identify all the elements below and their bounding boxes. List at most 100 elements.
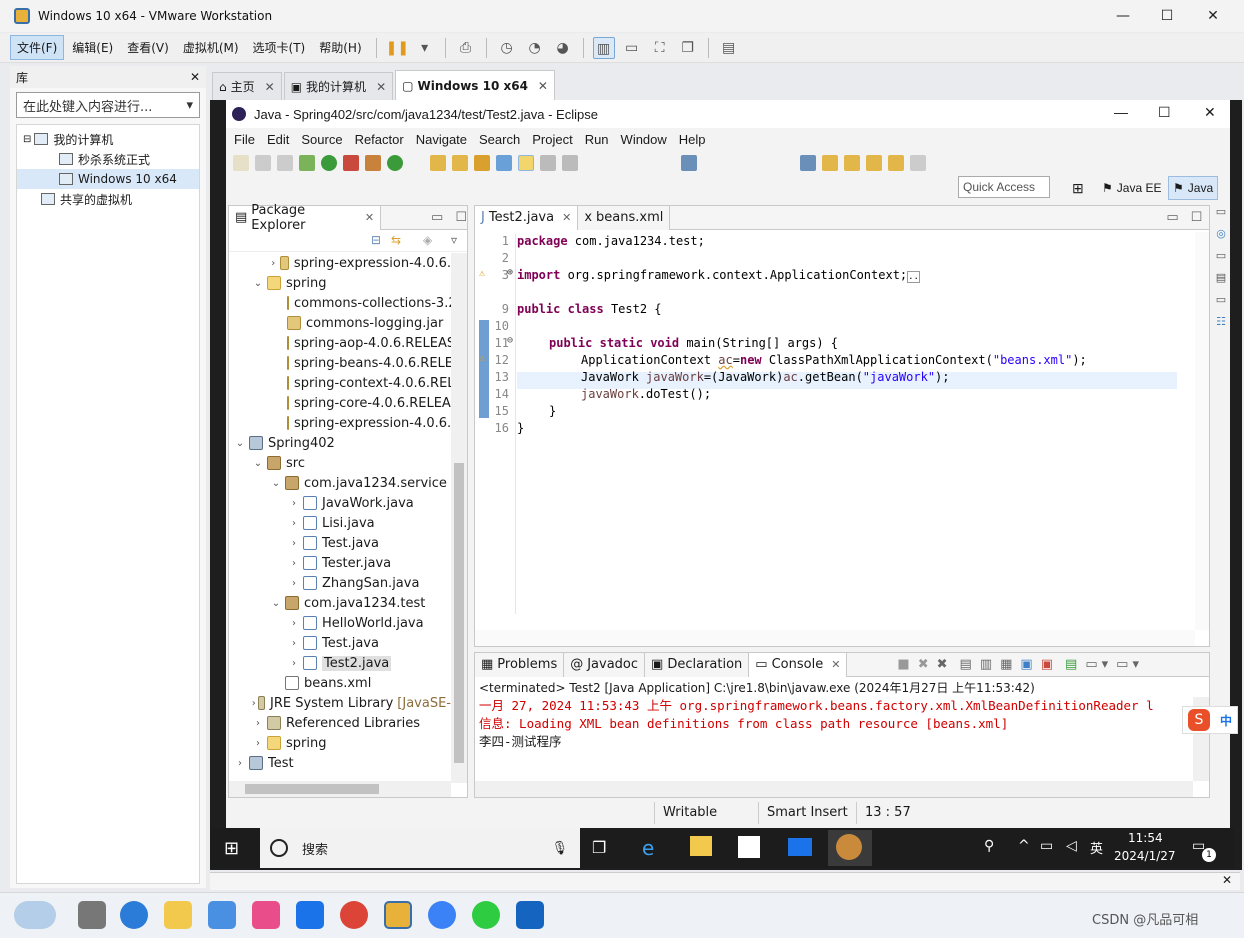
tree-item-project[interactable]: › Test <box>229 753 451 773</box>
search-icon[interactable] <box>474 155 490 171</box>
menu-project[interactable]: Project <box>526 132 578 147</box>
tree-item[interactable]: ⌄ src <box>229 453 451 473</box>
snapshot-icon[interactable]: ◷ <box>496 37 518 59</box>
maximize-icon[interactable]: ☐ <box>455 210 467 225</box>
perspective-java-ee[interactable]: ⚑ Java EE <box>1098 176 1165 200</box>
display-console-icon[interactable]: ▭ <box>1085 657 1097 672</box>
close-icon[interactable]: ✕ <box>376 80 386 94</box>
code-area[interactable]: 1 2 3 9 10 11 12 13 14 15 16 ⚠ ⚠ ⊕ ⊖ pac… <box>475 232 1195 632</box>
menu-search[interactable]: Search <box>473 132 526 147</box>
save-icon[interactable] <box>255 155 271 171</box>
close-icon[interactable]: ✕ <box>562 211 571 224</box>
thumbnail-icon[interactable]: ▭ <box>621 37 643 59</box>
perspective-java[interactable]: ⚑ Java <box>1168 176 1219 200</box>
tree-item[interactable]: spring-aop-4.0.6.RELEAS <box>229 333 451 353</box>
tree-item[interactable]: ⌄ com.java1234.test <box>229 593 451 613</box>
terminate-icon[interactable]: ■ <box>897 657 909 672</box>
chrome-icon[interactable] <box>340 901 368 929</box>
tree-item[interactable]: › Test.java <box>229 533 451 553</box>
store-icon[interactable] <box>738 836 760 858</box>
pin-console-icon[interactable]: ▣ <box>1020 657 1032 672</box>
outline-icon[interactable]: ◎ <box>1212 227 1230 249</box>
vmware-icon[interactable] <box>384 901 412 929</box>
folder-icon[interactable] <box>164 901 192 929</box>
tree-item[interactable]: beans.xml <box>229 673 451 693</box>
console-horizontal-scrollbar[interactable] <box>475 781 1193 797</box>
tree-item[interactable]: › spring <box>229 733 451 753</box>
eclipse-close-button[interactable]: ✕ <box>1204 104 1216 121</box>
menu-vm[interactable]: 虚拟机(M) <box>177 36 245 59</box>
maximize-button[interactable]: ☐ <box>1144 0 1190 32</box>
menu-window[interactable]: Window <box>615 132 673 147</box>
people-icon[interactable]: ⚲ <box>984 838 994 854</box>
eclipse-taskbar-icon[interactable] <box>836 834 862 860</box>
expand-icon[interactable]: ⊕ <box>507 267 513 278</box>
horizontal-scrollbar[interactable] <box>229 781 451 797</box>
tab-javadoc[interactable]: @ Javadoc <box>564 652 646 677</box>
revert-snapshot-icon[interactable]: ◔ <box>524 37 546 59</box>
tree-item[interactable]: ⌄ spring <box>229 273 451 293</box>
minimize-button[interactable]: — <box>1100 0 1146 32</box>
library-search-input[interactable]: 在此处键入内容进行... ▾ <box>16 92 200 118</box>
mail-icon[interactable] <box>788 838 812 856</box>
close-icon[interactable]: ✕ <box>365 211 374 224</box>
fullscreen-icon[interactable]: ⛶ <box>649 37 671 59</box>
menu-file[interactable]: File <box>228 132 261 147</box>
save-all-icon[interactable] <box>277 155 293 171</box>
app-icon[interactable] <box>252 901 280 929</box>
open-console-icon[interactable]: ▤ <box>1065 657 1077 672</box>
snapshot-manager-icon[interactable]: ◕ <box>552 37 574 59</box>
menu-navigate[interactable]: Navigate <box>410 132 473 147</box>
chevron-down-icon[interactable]: ▾ <box>1102 657 1109 672</box>
word-wrap-icon[interactable]: ▦ <box>1000 657 1012 672</box>
console-view-icon[interactable]: ▤ <box>718 37 740 59</box>
tab-declaration[interactable]: ▣ Declaration <box>645 652 750 677</box>
menu-source[interactable]: Source <box>295 132 348 147</box>
pause-icon[interactable]: ❚❚ <box>386 37 409 59</box>
forward-icon[interactable] <box>910 155 926 171</box>
tab-package-explorer[interactable]: ▤ Package Explorer ✕ <box>229 203 382 233</box>
external-tools-icon[interactable] <box>365 155 381 171</box>
back-icon[interactable] <box>888 155 904 171</box>
edge-icon[interactable]: e <box>642 836 654 860</box>
close-icon[interactable]: ✕ <box>538 79 548 93</box>
minimize-icon[interactable]: ▭ <box>431 210 443 225</box>
clock-date[interactable]: 2024/1/27 <box>1114 849 1176 863</box>
menu-help[interactable]: Help <box>673 132 712 147</box>
clear-console-icon[interactable]: ▤ <box>960 657 972 672</box>
tree-item-selected[interactable]: › Test2.java <box>229 653 451 673</box>
tab-windows10[interactable]: ▢ Windows 10 x64 ✕ <box>395 70 555 100</box>
eclipse-maximize-button[interactable]: ☐ <box>1158 104 1171 121</box>
collapse-icon[interactable]: ⊖ <box>507 335 513 346</box>
library-close-icon[interactable]: ✕ <box>190 70 200 84</box>
view-menu-icon[interactable]: ▿ <box>451 233 457 247</box>
block-select-icon[interactable] <box>540 155 556 171</box>
tab-problems[interactable]: ▦ Problems <box>475 652 565 677</box>
tree-item[interactable]: spring-expression-4.0.6. <box>229 413 451 433</box>
network-icon[interactable]: ▭ <box>1040 838 1053 854</box>
focus-icon[interactable]: ◈ <box>423 233 432 247</box>
show-on-error-icon[interactable]: ▣ <box>1041 657 1053 672</box>
link-editor-icon[interactable]: ⇆ <box>391 233 401 247</box>
warning-icon[interactable]: ⚠ <box>479 268 485 279</box>
debug-icon[interactable] <box>299 155 315 171</box>
annotation-icon[interactable] <box>496 155 512 171</box>
menu-refactor[interactable]: Refactor <box>349 132 410 147</box>
tree-item[interactable]: › ZhangSan.java <box>229 573 451 593</box>
open-type-icon[interactable] <box>430 155 446 171</box>
menu-edit[interactable]: 编辑(E) <box>66 36 119 59</box>
maximize-icon[interactable]: ☐ <box>1191 210 1203 225</box>
library-item-shared[interactable]: 共享的虚拟机 <box>17 189 199 209</box>
new-icon[interactable] <box>233 155 249 171</box>
task-list-icon[interactable]: ▤ <box>1212 271 1230 293</box>
tree-item[interactable]: › Tester.java <box>229 553 451 573</box>
run-last-icon[interactable] <box>387 155 403 171</box>
eclipse-minimize-button[interactable]: — <box>1114 104 1128 120</box>
media-icon[interactable] <box>516 901 544 929</box>
restore-icon[interactable]: ▭ <box>1212 205 1230 227</box>
tree-item[interactable]: › HelloWorld.java <box>229 613 451 633</box>
prev-annotation-icon[interactable] <box>844 155 860 171</box>
edge-icon[interactable] <box>120 901 148 929</box>
mark-occurrences-icon[interactable] <box>518 155 534 171</box>
library-item-vm-selected[interactable]: Windows 10 x64 <box>17 169 199 189</box>
